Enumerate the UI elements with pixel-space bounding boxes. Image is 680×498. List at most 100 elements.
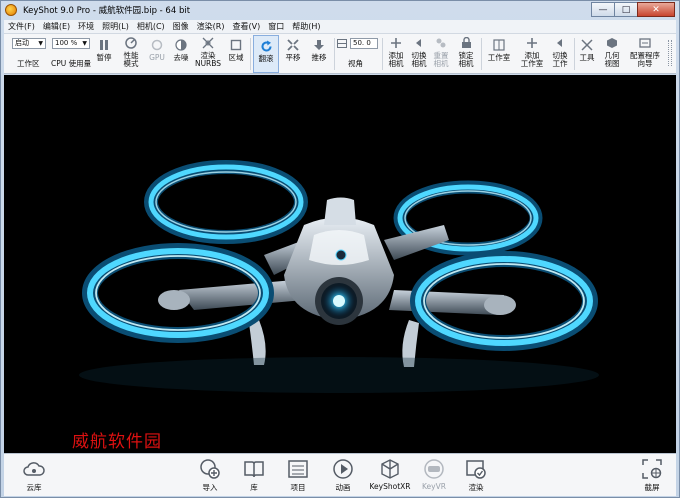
add-camera-button[interactable]: 添加 相机 <box>384 35 408 73</box>
gpu-button[interactable]: GPU <box>146 35 168 73</box>
close-button[interactable]: ✕ <box>637 2 675 17</box>
workspace-select-value: 启动 <box>15 39 29 47</box>
window-controls: — □ ✕ <box>591 2 675 17</box>
reset-camera-label-line2: 相机 <box>433 59 449 68</box>
add-studio-button[interactable]: 添加 工作室 <box>517 35 547 73</box>
lock-camera-button[interactable]: 锁定 相机 <box>454 35 478 73</box>
render-nurbs-button[interactable]: 渲染 NURBS <box>194 35 222 73</box>
cpu-usage-label: CPU 使用量 <box>51 59 92 68</box>
tools-button[interactable]: 工具 <box>576 35 598 73</box>
region-button[interactable]: 区域 <box>224 35 248 73</box>
cube-icon <box>381 459 399 479</box>
import-button[interactable]: 导入 <box>188 458 232 494</box>
cpu-usage-value: 100 % <box>55 39 78 47</box>
library-label: 库 <box>250 483 258 492</box>
nurbs-icon <box>202 37 214 49</box>
studio-label: 工作室 <box>487 53 511 62</box>
project-button[interactable]: 项目 <box>276 458 320 494</box>
render-label: 渲染 <box>468 483 484 492</box>
render-icon <box>466 460 486 479</box>
toolbar-divider <box>334 38 335 70</box>
keyshotxr-button[interactable]: KeyShotXR <box>365 458 415 494</box>
cloud-library-label: 云库 <box>26 483 42 492</box>
arrow-left-icon <box>557 39 562 47</box>
render-nurbs-label-line2: NURBS <box>194 59 222 68</box>
denoise-label: 去噪 <box>173 53 189 62</box>
menu-window[interactable]: 窗口 <box>264 21 288 32</box>
wrench-icon <box>581 39 593 51</box>
menu-help[interactable]: 帮助(H) <box>288 21 324 32</box>
cpu-usage-select[interactable]: 100 % ▼ <box>52 38 90 49</box>
keyvr-button[interactable]: KeyVR <box>412 458 456 494</box>
rotate-icon <box>261 40 271 51</box>
pan-button[interactable]: 平移 <box>281 35 305 73</box>
library-button[interactable]: 库 <box>232 458 276 494</box>
keyvr-label: KeyVR <box>422 482 446 491</box>
add-studio-label-line2: 工作室 <box>520 59 544 68</box>
minimize-button[interactable]: — <box>591 2 615 17</box>
gpu-label: GPU <box>149 53 165 62</box>
menu-edit[interactable]: 编辑(E) <box>39 21 74 32</box>
window-title: KeyShot 9.0 Pro - 威航软件园.bip - 64 bit <box>23 6 191 16</box>
menu-camera[interactable]: 相机(C) <box>133 21 169 32</box>
toolbar-divider <box>574 38 575 70</box>
dolly-button[interactable]: 推移 <box>307 35 331 73</box>
wizard-icon <box>639 38 651 48</box>
play-icon <box>333 459 353 479</box>
menu-view[interactable]: 查看(V) <box>228 21 264 32</box>
menu-file[interactable]: 文件(F) <box>4 21 39 32</box>
project-list-icon <box>288 460 308 478</box>
performance-mode-label-line2: 模式 <box>123 59 139 68</box>
toolbar-divider <box>250 38 251 70</box>
configurator-wizard-button[interactable]: 配置程序 向导 <box>626 35 664 73</box>
screenshot-button[interactable]: 截屏 <box>630 458 674 494</box>
switch-studio-button[interactable]: 切换 工作 <box>548 35 572 73</box>
switch-studio-label-line2: 工作 <box>552 59 568 68</box>
tumble-label: 翻滚 <box>258 54 274 63</box>
studio-button[interactable]: 工作室 <box>484 35 514 73</box>
performance-mode-button[interactable]: 性能 模式 <box>118 35 144 73</box>
bottom-toolbar: 云库 导入 库 项目 动画 KeyShotXR KeyVR 渲染 截屏 <box>4 453 676 496</box>
reset-camera-button[interactable]: 重置 相机 <box>430 35 452 73</box>
toolbar-divider <box>382 38 383 70</box>
menu-image[interactable]: 图像 <box>169 21 193 32</box>
add-camera-icon <box>391 38 401 48</box>
studio-icon <box>493 39 505 51</box>
geometry-view-label-line2: 视图 <box>604 59 620 68</box>
menu-lighting[interactable]: 照明(L) <box>98 21 133 32</box>
denoise-icon <box>175 39 187 51</box>
menu-render[interactable]: 渲染(R) <box>193 21 229 32</box>
menu-bar: 文件(F) 编辑(E) 环境 照明(L) 相机(C) 图像 渲染(R) 查看(V… <box>4 20 676 34</box>
vr-headset-icon <box>424 459 444 479</box>
geometry-view-button[interactable]: 几何 视图 <box>600 35 624 73</box>
cloud-icon <box>23 462 45 476</box>
book-icon <box>244 461 264 478</box>
app-window: KeyShot 9.0 Pro - 威航软件园.bip - 64 bit — □… <box>0 0 680 498</box>
gauge-icon <box>125 37 137 49</box>
animation-label: 动画 <box>335 483 351 492</box>
rotor-ring-back-left <box>144 160 308 244</box>
render-button[interactable]: 渲染 <box>454 458 498 494</box>
pause-button[interactable]: 暂停 <box>92 35 116 73</box>
tumble-button[interactable]: 翻滚 <box>253 35 279 73</box>
tools-label: 工具 <box>579 53 595 62</box>
toolbar-overflow-handle[interactable] <box>668 40 672 66</box>
add-camera-label-line2: 相机 <box>388 59 404 68</box>
watermark-text: 威航软件园 <box>72 432 162 452</box>
cloud-library-button[interactable]: 云库 <box>12 458 56 494</box>
chevron-down-icon: ▼ <box>38 40 43 47</box>
denoise-button[interactable]: 去噪 <box>170 35 192 73</box>
animation-button[interactable]: 动画 <box>321 458 365 494</box>
lock-icon <box>461 37 471 48</box>
switch-camera-button[interactable]: 切换 相机 <box>408 35 430 73</box>
chevron-down-icon: ▼ <box>82 40 87 47</box>
arrow-left-icon <box>416 39 421 47</box>
menu-environment[interactable]: 环境 <box>74 21 98 32</box>
maximize-button[interactable]: □ <box>614 2 638 17</box>
fov-input[interactable]: 50. 0 <box>350 38 378 49</box>
render-viewport[interactable]: 威航软件园 <box>4 75 676 453</box>
import-label: 导入 <box>202 483 218 492</box>
configurator-wizard-label-line2: 向导 <box>637 59 653 68</box>
workspace-select[interactable]: 启动 ▼ <box>12 38 46 49</box>
screenshot-icon <box>642 459 662 479</box>
